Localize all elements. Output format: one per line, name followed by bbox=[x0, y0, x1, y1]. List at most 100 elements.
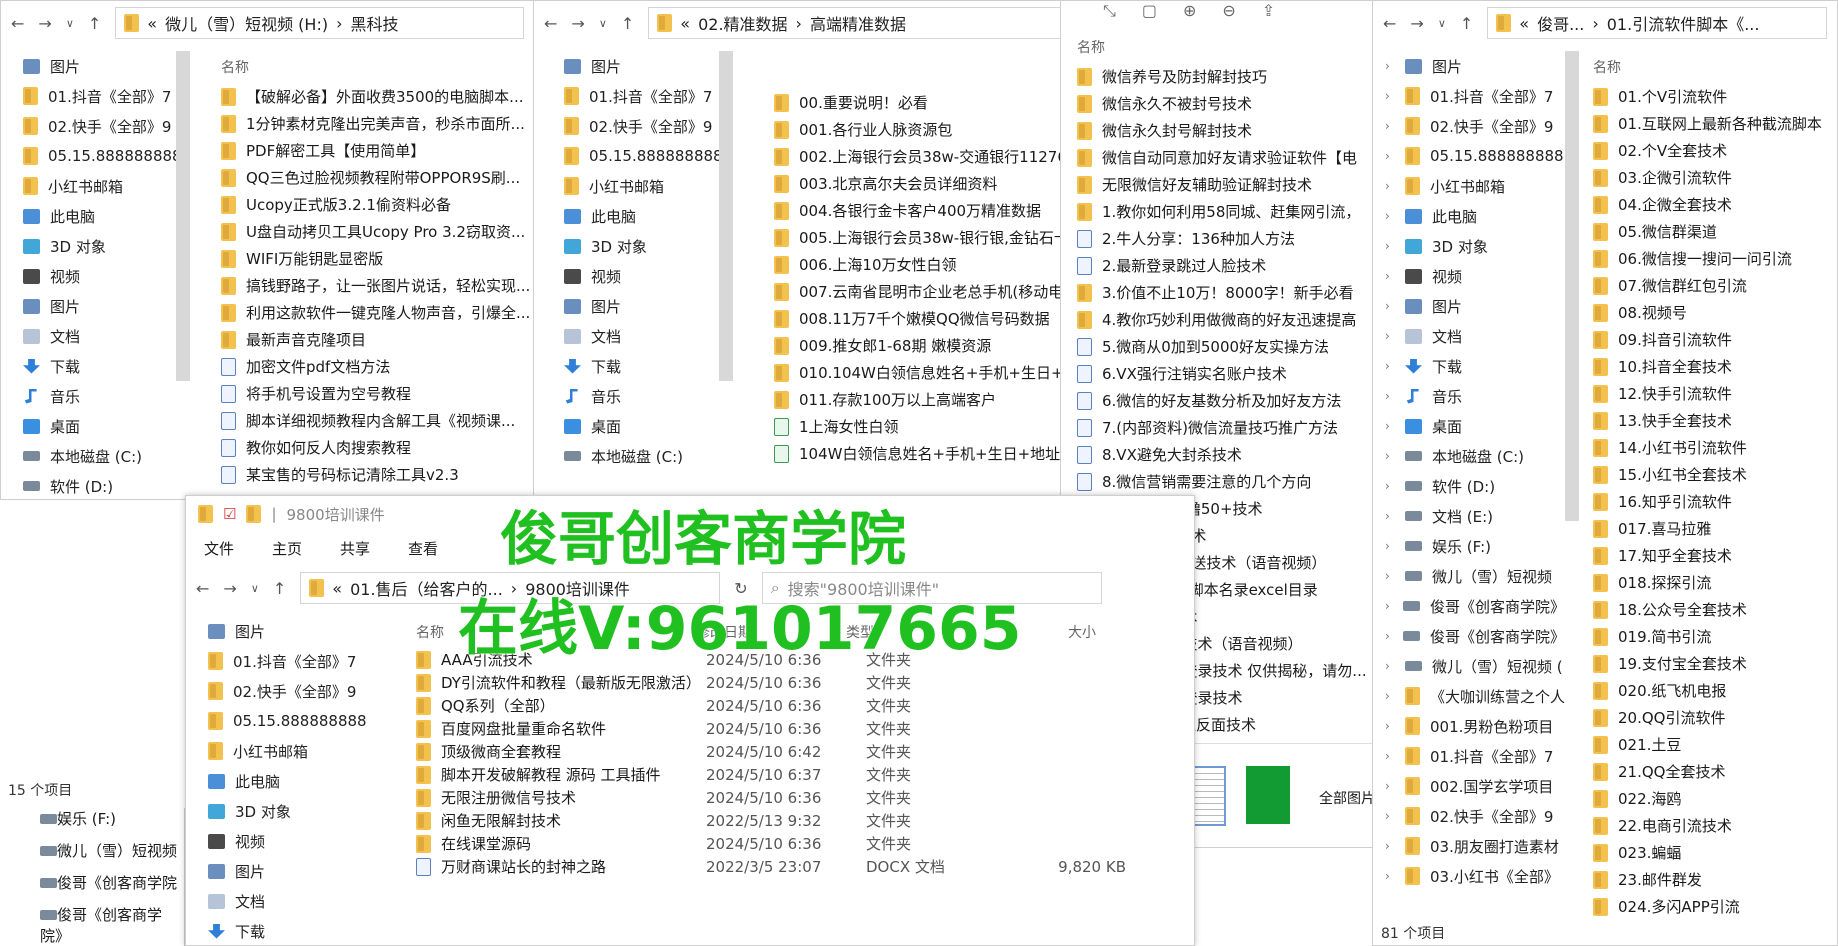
nav-item[interactable]: › 02.快手《全部》9 bbox=[1385, 801, 1565, 831]
file-row[interactable]: 7.(内部资料)微信流量技巧推广方法 bbox=[1067, 414, 1374, 441]
nav-item[interactable]: › 音乐 bbox=[1385, 381, 1565, 411]
chevron-right-icon[interactable]: › bbox=[1385, 599, 1393, 613]
nav-item[interactable]: 下载 bbox=[564, 351, 724, 381]
file-row[interactable]: 4.教你巧妙利用做微商的好友迅速提高 bbox=[1067, 306, 1374, 333]
file-row[interactable]: 02.个V全套技术 bbox=[1583, 137, 1837, 164]
nav-item[interactable]: 01.抖音《全部》7 bbox=[564, 81, 724, 111]
file-row[interactable]: 脚本详细视频教程内含解工具《视频课... bbox=[211, 407, 534, 434]
table-row[interactable]: 顶级微商全套教程 2024/5/10 6:42 文件夹 bbox=[406, 740, 1194, 763]
chevron-right-icon[interactable]: › bbox=[1385, 359, 1395, 373]
table-row[interactable]: 无限注册微信号技术 2024/5/10 6:36 文件夹 bbox=[406, 786, 1194, 809]
chevron-right-icon[interactable]: › bbox=[1385, 449, 1395, 463]
file-row[interactable]: 004.各银行金卡客户400万精准数据 bbox=[764, 197, 1072, 224]
back-icon[interactable]: ← bbox=[196, 579, 209, 598]
file-row[interactable]: 无限微信好友辅助验证解封技术 bbox=[1067, 171, 1374, 198]
column-header-name[interactable]: 名称 bbox=[1067, 31, 1374, 63]
nav-item[interactable]: › 本地磁盘 (C:) bbox=[1385, 441, 1565, 471]
nav-item[interactable]: 文档 bbox=[208, 886, 366, 916]
nav-item[interactable]: › 微儿（雪）短视频 ( bbox=[1385, 651, 1565, 681]
chevron-right-icon[interactable]: › bbox=[1385, 209, 1395, 223]
up-icon[interactable]: ↑ bbox=[1460, 14, 1473, 33]
table-row[interactable]: 闲鱼无限解封技术 2022/5/13 9:32 文件夹 bbox=[406, 809, 1194, 832]
chevron-right-icon[interactable]: › bbox=[1385, 629, 1393, 643]
file-row[interactable]: 13.快手全套技术 bbox=[1583, 407, 1837, 434]
file-row[interactable]: 微信永久不被封号技术 bbox=[1067, 90, 1374, 117]
file-row[interactable]: 020.纸飞机电报 bbox=[1583, 677, 1837, 704]
file-row[interactable]: 010.104W白领信息姓名+手机+生日+... bbox=[764, 359, 1072, 386]
file-row[interactable]: 14.小红书引流软件 bbox=[1583, 434, 1837, 461]
file-row[interactable]: 03.企微引流软件 bbox=[1583, 164, 1837, 191]
file-row[interactable]: 09.抖音引流软件 bbox=[1583, 326, 1837, 353]
path-box[interactable]: « 02.精准数据 › 高端精准数据 bbox=[648, 7, 1062, 39]
file-row[interactable]: 003.北京高尔夫会员详细资料 bbox=[764, 170, 1072, 197]
nav-item[interactable]: › 《大咖训练营之个人 bbox=[1385, 681, 1565, 711]
file-row[interactable]: 搞钱野路子，让一张图片说话，轻松实现... bbox=[211, 272, 534, 299]
nav-item[interactable]: 3D 对象 bbox=[564, 231, 724, 261]
nav-item[interactable]: 05.15.888888888 bbox=[564, 141, 724, 171]
chevron-down-icon[interactable]: ∨ bbox=[599, 17, 607, 30]
nav-item[interactable]: 此电脑 bbox=[23, 201, 181, 231]
chevron-right-icon[interactable]: › bbox=[1385, 479, 1395, 493]
file-row[interactable]: PDF解密工具【使用简单】 bbox=[211, 137, 534, 164]
file-row[interactable]: 00.重要说明！必看 bbox=[764, 89, 1072, 116]
nav-item[interactable]: 音乐 bbox=[23, 381, 181, 411]
chevron-down-icon[interactable]: ∨ bbox=[66, 17, 74, 30]
file-row[interactable]: 024.多闪APP引流 bbox=[1583, 893, 1837, 917]
nav-item[interactable]: 3D 对象 bbox=[23, 231, 181, 261]
chevron-right-icon[interactable]: › bbox=[1385, 539, 1395, 553]
file-row[interactable]: 04.企微全套技术 bbox=[1583, 191, 1837, 218]
nav-item[interactable]: › 3D 对象 bbox=[1385, 231, 1565, 261]
nav-item[interactable]: 桌面 bbox=[23, 411, 181, 441]
file-row[interactable]: 2.牛人分享：136种加人方法 bbox=[1067, 225, 1374, 252]
file-row[interactable]: 微信养号及防封解封技巧 bbox=[1067, 63, 1374, 90]
file-row[interactable]: 10.抖音全套技术 bbox=[1583, 353, 1837, 380]
file-row[interactable]: 1分钟素材克隆出完美声音，秒杀市面所... bbox=[211, 110, 534, 137]
nav-item[interactable]: › 文档 bbox=[1385, 321, 1565, 351]
column-header-name[interactable]: 名称 bbox=[211, 51, 534, 83]
nav-item[interactable]: › 002.国学玄学项目 bbox=[1385, 771, 1565, 801]
nav-item[interactable]: › 桌面 bbox=[1385, 411, 1565, 441]
file-row[interactable]: 007.云南省昆明市企业老总手机(移动电... bbox=[764, 278, 1072, 305]
file-row[interactable]: 08.视频号 bbox=[1583, 299, 1837, 326]
chevron-right-icon[interactable]: › bbox=[1385, 149, 1395, 163]
nav-item[interactable]: 此电脑 bbox=[208, 766, 366, 796]
file-row[interactable]: 01.个V引流软件 bbox=[1583, 83, 1837, 110]
chevron-right-icon[interactable]: › bbox=[1385, 59, 1395, 73]
file-row[interactable]: 008.11万7千个嫩模QQ微信号码数据 bbox=[764, 305, 1072, 332]
scrollbar[interactable] bbox=[719, 51, 733, 381]
file-row[interactable]: 022.海鸥 bbox=[1583, 785, 1837, 812]
chevron-right-icon[interactable]: › bbox=[1385, 239, 1395, 253]
nav-item[interactable]: 图片 bbox=[208, 856, 366, 886]
back-icon[interactable]: ← bbox=[1383, 14, 1396, 33]
file-row[interactable]: 017.喜马拉雅 bbox=[1583, 515, 1837, 542]
forward-icon[interactable]: → bbox=[571, 14, 584, 33]
forward-icon[interactable]: → bbox=[38, 14, 51, 33]
file-row[interactable]: 15.小红书全套技术 bbox=[1583, 461, 1837, 488]
chevron-down-icon[interactable]: ∨ bbox=[251, 582, 259, 595]
nav-item[interactable]: 05.15.888888888 bbox=[208, 706, 366, 736]
nav-item[interactable]: › 娱乐 (F:) bbox=[1385, 531, 1565, 561]
up-icon[interactable]: ↑ bbox=[273, 579, 286, 598]
file-row[interactable]: 07.微信群红包引流 bbox=[1583, 272, 1837, 299]
chevron-down-icon[interactable]: ∨ bbox=[1438, 17, 1446, 30]
table-row[interactable]: DY引流软件和教程（最新版无限激活） 2024/5/10 6:36 文件夹 bbox=[406, 671, 1194, 694]
thumbnail-green[interactable] bbox=[1246, 766, 1290, 824]
file-row[interactable]: 微信永久封号解封技术 bbox=[1067, 117, 1374, 144]
nav-item[interactable]: › 05.15.888888888 bbox=[1385, 141, 1565, 171]
file-row[interactable]: Ucopy正式版3.2.1偷资料必备 bbox=[211, 191, 534, 218]
file-row[interactable]: 018.探探引流 bbox=[1583, 569, 1837, 596]
nav-item[interactable]: 01.抖音《全部》7 bbox=[23, 81, 181, 111]
chevron-right-icon[interactable]: › bbox=[1385, 809, 1395, 823]
share-icon[interactable]: ⇪ bbox=[1262, 1, 1275, 25]
chevron-right-icon[interactable]: › bbox=[1385, 419, 1395, 433]
nav-item[interactable]: › 视频 bbox=[1385, 261, 1565, 291]
path-box[interactable]: « 微儿（雪）短视频 (H:) › 黑科技 bbox=[115, 7, 524, 39]
nav-item[interactable]: › 图片 bbox=[1385, 51, 1565, 81]
file-row[interactable]: 05.微信群渠道 bbox=[1583, 218, 1837, 245]
file-row[interactable]: 16.知乎引流软件 bbox=[1583, 488, 1837, 515]
nav-item[interactable]: › 01.抖音《全部》7 bbox=[1385, 741, 1565, 771]
nav-item[interactable]: 本地磁盘 (C:) bbox=[564, 441, 724, 471]
nav-item[interactable]: 软件 (D:) bbox=[23, 471, 181, 499]
up-icon[interactable]: ↑ bbox=[88, 14, 101, 33]
chevron-right-icon[interactable]: › bbox=[1385, 509, 1395, 523]
